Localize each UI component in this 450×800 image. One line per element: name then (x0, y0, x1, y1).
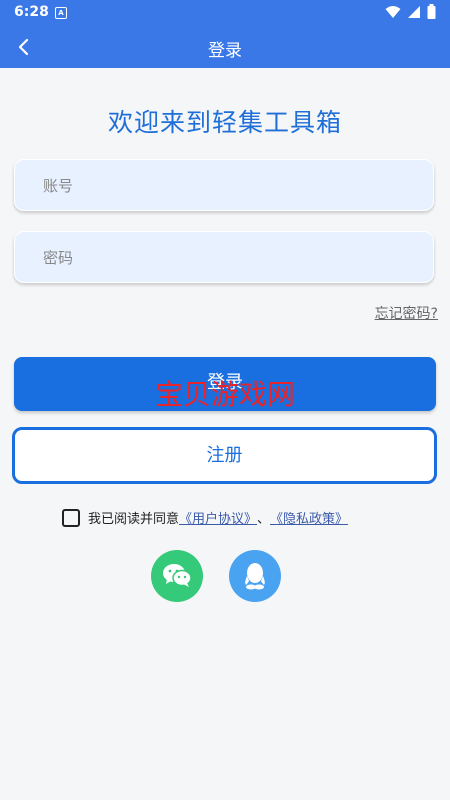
notification-badge-icon: A (55, 7, 67, 19)
status-icons (385, 4, 436, 19)
wechat-icon (163, 564, 192, 587)
password-field (14, 231, 434, 284)
qq-login-button[interactable] (229, 550, 281, 602)
wifi-icon (385, 5, 401, 18)
agreement-separator: 、 (257, 512, 271, 527)
qq-icon (245, 563, 265, 590)
login-button[interactable]: 登录 (14, 357, 436, 411)
agreement-checkbox[interactable] (62, 508, 80, 527)
welcome-heading: 欢迎来到轻集工具箱 (107, 108, 342, 137)
register-button[interactable]: 注册 (12, 427, 437, 484)
wechat-login-button[interactable] (151, 550, 203, 602)
forgot-password-link[interactable]: 忘记密码? (375, 303, 438, 323)
page-title: 登录 (208, 41, 242, 61)
password-input[interactable] (41, 232, 425, 284)
status-time: 6:28 (14, 4, 49, 20)
app-bar: 登录 (0, 26, 450, 68)
agreement-row: 我已阅读并同意 《用户协议》 、 《隐私政策》 (62, 508, 348, 527)
account-field (14, 159, 434, 212)
privacy-policy-link[interactable]: 《隐私政策》 (270, 508, 348, 527)
user-agreement-link[interactable]: 《用户协议》 (179, 508, 257, 527)
status-bar: 6:28 A (0, 0, 450, 26)
account-input[interactable] (41, 160, 425, 212)
battery-icon (427, 4, 436, 19)
agreement-prefix: 我已阅读并同意 (88, 512, 180, 527)
signal-icon (408, 5, 420, 18)
